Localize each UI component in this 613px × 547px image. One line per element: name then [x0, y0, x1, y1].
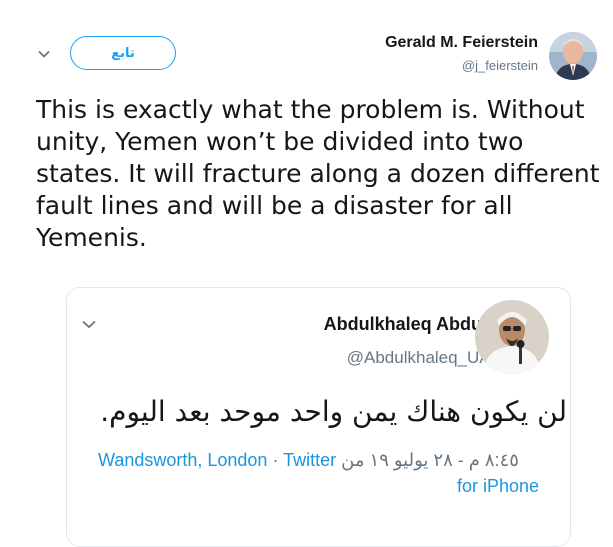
timestamp[interactable]: ٨:٤٥ م - ٢٨ يوليو ١٩ من — [341, 450, 519, 470]
chevron-down-icon[interactable] — [38, 48, 50, 60]
follow-button[interactable]: تابع — [70, 36, 176, 70]
location-link[interactable]: Wandsworth, London — [98, 450, 267, 470]
follow-button-label: تابع — [111, 45, 135, 61]
chevron-down-icon[interactable] — [82, 318, 96, 330]
quoted-tweet-text: لن يكون هناك يمن واحد موحد بعد اليوم. — [100, 395, 567, 428]
source-link-suffix[interactable]: for iPhone — [457, 476, 539, 497]
tweet-text: This is exactly what the problem is. Wit… — [36, 95, 600, 252]
author-handle[interactable]: @j_feierstein — [462, 58, 538, 73]
source-link[interactable]: Twitter — [283, 450, 336, 470]
quoted-tweet-meta: Wandsworth, London · Twitter ٨:٤٥ م - ٢٨… — [98, 450, 519, 471]
avatar[interactable] — [475, 300, 549, 374]
meta-separator: · — [272, 450, 279, 470]
author-name[interactable]: Gerald M. Feierstein — [385, 34, 538, 52]
avatar[interactable] — [549, 32, 597, 80]
